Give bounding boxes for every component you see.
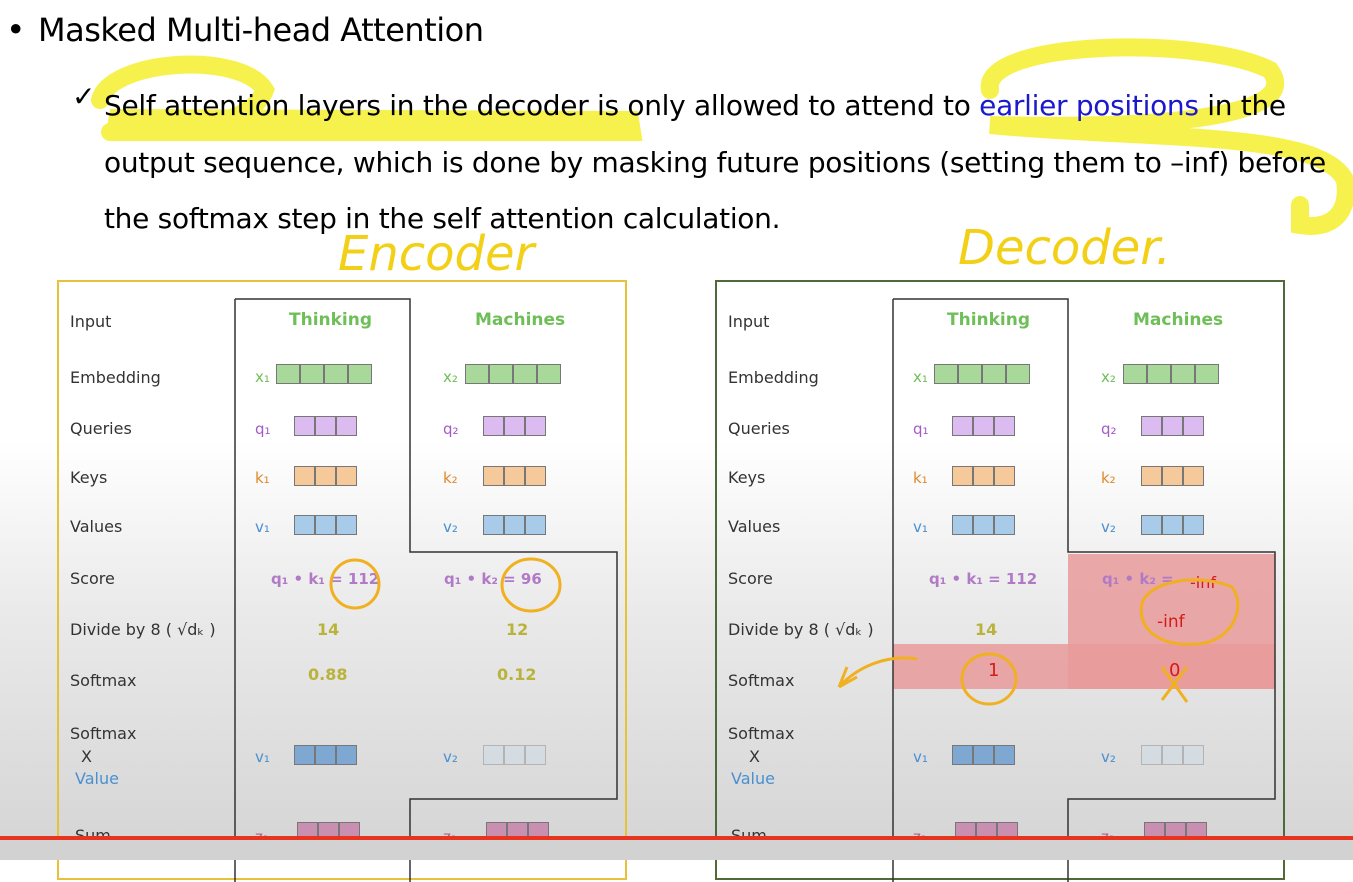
decoder-diagram: Input Embedding Queries Keys Values Scor… <box>715 280 1285 882</box>
encoder-diagram: Input Embedding Queries Keys Values Scor… <box>57 280 627 882</box>
player-bottom-strip <box>0 840 1353 860</box>
slide-heading: Masked Multi-head Attention <box>38 11 484 49</box>
decoder-handwritten-marks <box>837 578 1240 706</box>
paragraph-link-earlier-positions: earlier positions <box>979 89 1199 122</box>
encoder-handwritten-circles <box>329 557 562 613</box>
paragraph-text-1: Self attention layers in the decoder is … <box>104 89 980 122</box>
handwritten-encoder-label: Encoder <box>338 226 535 282</box>
handwritten-decoder-label: Decoder. <box>958 220 1171 276</box>
checkmark-icon: ✓ <box>72 80 96 113</box>
bullet-point: • <box>6 10 26 49</box>
